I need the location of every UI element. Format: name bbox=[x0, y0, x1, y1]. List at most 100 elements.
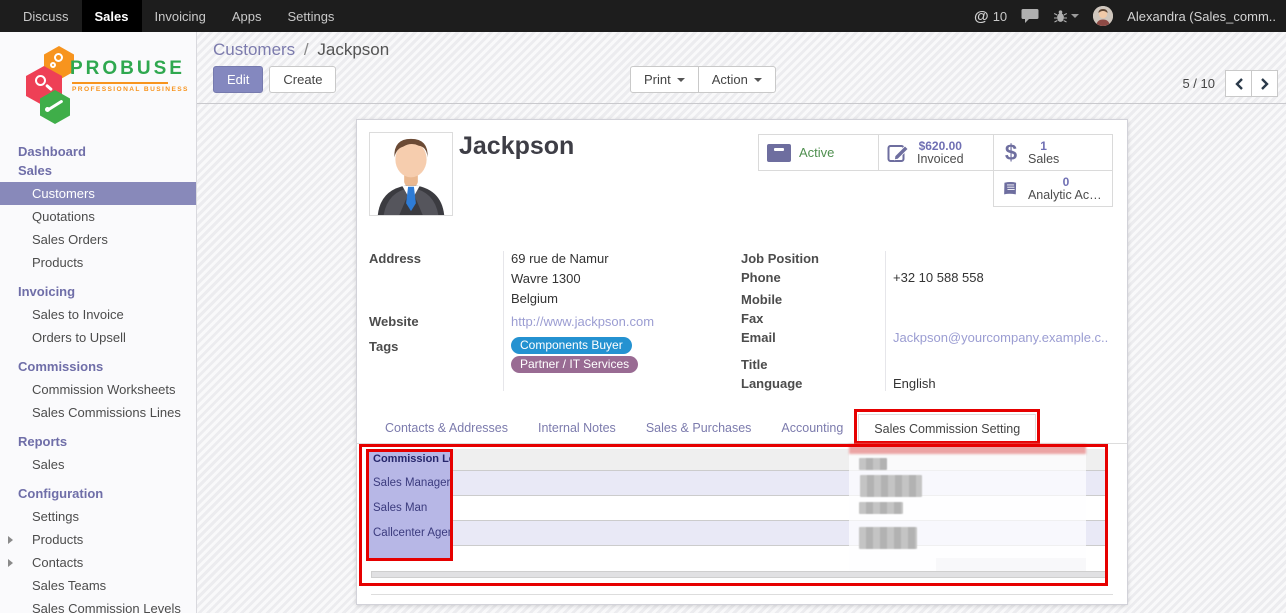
sidebar-item-config-products[interactable]: Products bbox=[0, 528, 196, 551]
user-menu[interactable]: Alexandra (Sales_comm.. bbox=[1127, 9, 1276, 24]
sidebar-item-commission-worksheets[interactable]: Commission Worksheets bbox=[0, 378, 196, 401]
logo-text: PROBUSE PROFESSIONAL BUSINESS bbox=[70, 58, 178, 93]
control-panel: Customers / Jackpson Edit Create Print A… bbox=[197, 32, 1286, 104]
tab-internal-notes[interactable]: Internal Notes bbox=[523, 414, 631, 443]
pager-previous-button[interactable] bbox=[1225, 70, 1252, 97]
invoiced-label: Invoiced bbox=[917, 153, 964, 166]
action-label: Action bbox=[712, 72, 748, 87]
address-line: Belgium bbox=[511, 289, 609, 309]
nav-item-settings[interactable]: Settings bbox=[274, 0, 347, 32]
email-link[interactable]: Jackpson@yourcompany.example.c.. bbox=[885, 328, 1108, 347]
language-label: Language bbox=[741, 374, 885, 393]
sidebar-item-sales-commission-levels[interactable]: Sales Commission Levels bbox=[0, 597, 196, 613]
action-dropdown[interactable]: Action bbox=[698, 66, 776, 93]
sidebar-item-config-contacts[interactable]: Contacts bbox=[0, 551, 196, 574]
website-link[interactable]: http://www.jackpson.com bbox=[503, 312, 654, 331]
nav-item-discuss[interactable]: Discuss bbox=[10, 0, 82, 32]
nav-item-sales[interactable]: Sales bbox=[82, 0, 142, 32]
edit-button[interactable]: Edit bbox=[213, 66, 263, 93]
sidebar-nav: Dashboard Sales Customers Quotations Sal… bbox=[0, 140, 196, 613]
address-value: 69 rue de Namur Wavre 1300 Belgium bbox=[503, 249, 609, 309]
sidebar-heading-dashboard[interactable]: Dashboard bbox=[0, 140, 196, 163]
sidebar-item-orders-to-upsell[interactable]: Orders to Upsell bbox=[0, 326, 196, 349]
form-buttons: Edit Create bbox=[213, 66, 336, 93]
column-separator bbox=[503, 251, 504, 391]
book-icon bbox=[1002, 180, 1020, 198]
commission-level-cell[interactable]: Sales Man bbox=[369, 496, 453, 521]
tags-label: Tags bbox=[369, 337, 503, 373]
sidebar-item-reports-sales[interactable]: Sales bbox=[0, 453, 196, 476]
tag-components-buyer: Components Buyer bbox=[511, 337, 632, 354]
mobile-label: Mobile bbox=[741, 290, 885, 309]
sidebar-item-label: Contacts bbox=[32, 555, 83, 570]
website-label: Website bbox=[369, 312, 503, 331]
sidebar-item-settings[interactable]: Settings bbox=[0, 505, 196, 528]
sidebar-heading-commissions[interactable]: Commissions bbox=[0, 355, 196, 378]
phone-label: Phone bbox=[741, 268, 885, 287]
sidebar-heading-invoicing[interactable]: Invoicing bbox=[0, 280, 196, 303]
notebook-tabs: Contacts & Addresses Internal Notes Sale… bbox=[357, 414, 1127, 444]
sales-stat-button[interactable]: $ 1 Sales bbox=[993, 134, 1113, 171]
sidebar-heading-sales[interactable]: Sales bbox=[0, 163, 196, 182]
archive-box-icon bbox=[767, 144, 791, 162]
mention-count: 10 bbox=[993, 9, 1007, 24]
commission-level-empty-cell bbox=[369, 546, 453, 559]
sheet-footer-divider bbox=[371, 594, 1113, 595]
phone-value: +32 10 588 558 bbox=[885, 268, 984, 287]
messages-icon[interactable] bbox=[1021, 8, 1039, 24]
dollar-icon: $ bbox=[1002, 140, 1020, 166]
sidebar-heading-configuration[interactable]: Configuration bbox=[0, 482, 196, 505]
pager-count: 5 / 10 bbox=[1182, 76, 1215, 91]
commission-level-cell[interactable]: Sales Manager bbox=[369, 471, 453, 496]
email-label: Email bbox=[741, 328, 885, 347]
active-stat-button[interactable]: Active bbox=[758, 134, 879, 171]
create-button[interactable]: Create bbox=[269, 66, 336, 93]
print-dropdown[interactable]: Print bbox=[630, 66, 699, 93]
tab-sales-purchases[interactable]: Sales & Purchases bbox=[631, 414, 767, 443]
sidebar-item-sales-to-invoice[interactable]: Sales to Invoice bbox=[0, 303, 196, 326]
debug-bug-icon[interactable] bbox=[1053, 9, 1079, 24]
invoiced-value: $620.00 bbox=[917, 140, 964, 153]
partner-photo[interactable] bbox=[369, 132, 453, 216]
pager-next-button[interactable] bbox=[1251, 70, 1278, 97]
invoiced-stat-button[interactable]: $620.00 Invoiced bbox=[878, 134, 994, 171]
sidebar-item-customers[interactable]: Customers bbox=[0, 182, 196, 205]
fax-label: Fax bbox=[741, 309, 885, 328]
logo-subtitle: PROFESSIONAL BUSINESS bbox=[70, 86, 178, 93]
breadcrumb-customers-link[interactable]: Customers bbox=[213, 40, 295, 59]
tab-accounting[interactable]: Accounting bbox=[766, 414, 858, 443]
logo-rule bbox=[72, 82, 168, 84]
address-label: Address bbox=[369, 249, 503, 309]
redaction-pink-strip bbox=[849, 444, 1086, 454]
horizontal-scrollbar[interactable] bbox=[371, 571, 1106, 578]
sidebar-item-sales-commissions-lines[interactable]: Sales Commissions Lines bbox=[0, 401, 196, 424]
sidebar-item-label: Products bbox=[32, 532, 83, 547]
tab-sales-commission-setting[interactable]: Sales Commission Setting bbox=[858, 414, 1036, 443]
user-avatar[interactable] bbox=[1093, 6, 1113, 26]
nav-item-apps[interactable]: Apps bbox=[219, 0, 275, 32]
commission-level-header[interactable]: Commission Level bbox=[369, 449, 453, 471]
stat-buttons: Active $620.00 Invoiced $ 1 bbox=[757, 134, 1113, 207]
mobile-value bbox=[885, 290, 893, 309]
tab-contacts-addresses[interactable]: Contacts & Addresses bbox=[370, 414, 523, 443]
nav-item-invoicing[interactable]: Invoicing bbox=[142, 0, 219, 32]
redacted-value bbox=[859, 527, 917, 549]
sidebar-item-sales-teams[interactable]: Sales Teams bbox=[0, 574, 196, 597]
partner-fields: Address 69 rue de Namur Wavre 1300 Belgi… bbox=[369, 249, 1115, 393]
sidebar-item-quotations[interactable]: Quotations bbox=[0, 205, 196, 228]
active-label: Active bbox=[799, 145, 834, 160]
analytic-value: 0 bbox=[1028, 176, 1104, 189]
logo-title: PROBUSE bbox=[70, 58, 178, 80]
mention-counter[interactable]: @ 10 bbox=[974, 8, 1007, 25]
language-value: English bbox=[885, 374, 936, 393]
sidebar-heading-reports[interactable]: Reports bbox=[0, 430, 196, 453]
sidebar-item-products[interactable]: Products bbox=[0, 251, 196, 274]
sidebar-item-sales-orders[interactable]: Sales Orders bbox=[0, 228, 196, 251]
commission-level-cell[interactable]: Callcenter Agent bbox=[369, 521, 453, 546]
sales-value: 1 bbox=[1028, 140, 1059, 153]
caret-down-icon bbox=[677, 78, 685, 82]
expand-arrow-icon bbox=[8, 559, 13, 567]
navbar-systray: @ 10 Alexandra (Sal bbox=[974, 0, 1286, 32]
title-label: Title bbox=[741, 355, 885, 374]
analytic-accounts-stat-button[interactable]: 0 Analytic Acco... bbox=[993, 170, 1113, 207]
